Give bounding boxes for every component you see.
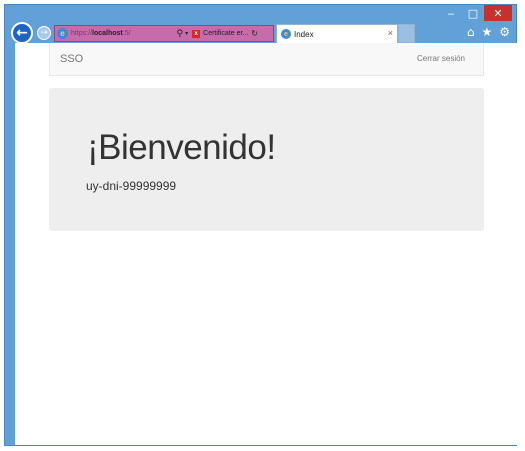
search-icon[interactable]: ⚲ [177,29,184,39]
logout-link[interactable]: Cerrar sesión [417,54,465,63]
tab-index[interactable]: e Index × [276,24,398,43]
browser-window: ‒ □ ✕ ← → e https://localhost:5/ ⚲ ▾ x C… [4,4,518,446]
page-viewport: SSO Cerrar sesión ¡Bienvenido! uy-dni-99… [15,43,518,445]
browser-tools: ⌂ ★ ⚙ [467,25,510,39]
url-port: :5/ [122,30,131,37]
ie-page-icon: e [57,28,68,39]
address-url[interactable]: https://localhost:5/ [71,30,131,37]
favorites-icon[interactable]: ★ [481,25,492,39]
back-arrow-icon: ← [16,25,28,41]
navbar: SSO Cerrar sesión [49,43,484,76]
forward-button[interactable]: → [37,26,51,40]
back-button[interactable]: ← [11,22,33,44]
settings-icon[interactable]: ⚙ [499,25,510,39]
address-bar[interactable]: e https://localhost:5/ ⚲ ▾ x Certificate… [54,25,274,42]
brand-link[interactable]: SSO [60,53,83,65]
close-tab-icon[interactable]: × [388,28,393,38]
forward-arrow-icon: → [40,28,48,38]
url-protocol: https:// [71,30,93,37]
welcome-panel: ¡Bienvenido! uy-dni-99999999 [49,88,484,231]
welcome-heading: ¡Bienvenido! [87,128,276,167]
ie-tab-icon: e [281,29,291,39]
new-tab-button[interactable] [398,24,415,43]
certificate-error-label[interactable]: Certificate er... [203,30,248,37]
certificate-error-icon[interactable]: x [192,29,201,38]
tab-label: Index [294,29,314,39]
refresh-icon[interactable]: ↻ [251,29,258,38]
user-identifier: uy-dni-99999999 [86,179,177,193]
chevron-down-icon[interactable]: ▾ [185,30,188,37]
home-icon[interactable]: ⌂ [467,25,475,39]
url-host: localhost [92,30,123,37]
